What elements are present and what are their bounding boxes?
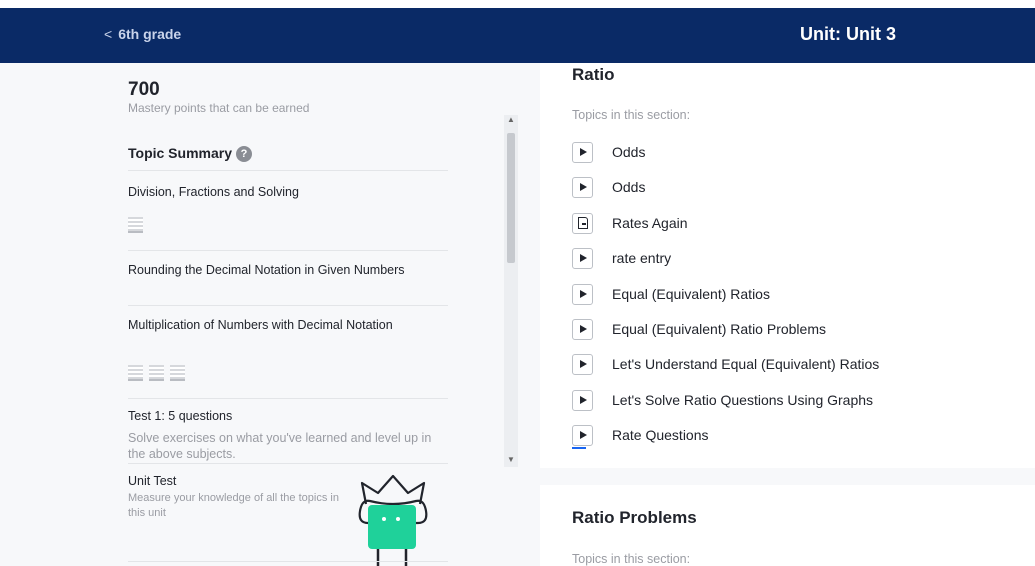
topic-summary-label: Topic Summary xyxy=(128,145,232,161)
summary-scrollbar[interactable]: ▲ ▼ xyxy=(504,115,518,467)
skill-square[interactable] xyxy=(128,217,143,233)
unit-test-desc: Measure your knowledge of all the topics… xyxy=(128,492,339,519)
topic-item-odds[interactable]: Odds xyxy=(572,141,645,163)
play-icon xyxy=(572,176,593,198)
topic-item-label: Rate Questions xyxy=(612,427,709,443)
summary-topic-1[interactable]: Division, Fractions and Solving xyxy=(128,184,458,200)
divider xyxy=(128,398,448,399)
divider xyxy=(128,561,448,562)
topic-item-label: Equal (Equivalent) Ratios xyxy=(612,286,770,302)
unit-title: Unit: Unit 3 xyxy=(800,24,896,44)
summary-topic-2[interactable]: Rounding the Decimal Notation in Given N… xyxy=(128,262,458,278)
section-title: Ratio xyxy=(572,65,615,84)
topic-item-label: Equal (Equivalent) Ratio Problems xyxy=(612,321,826,337)
test-title[interactable]: Test 1: 5 questions xyxy=(128,409,232,423)
divider xyxy=(128,170,448,171)
topic-item-label: Let's Understand Equal (Equivalent) Rati… xyxy=(612,356,880,372)
article-icon xyxy=(572,212,593,234)
skill-square[interactable] xyxy=(128,365,143,381)
topic-item-rates-again[interactable]: Rates Again xyxy=(572,212,688,234)
scroll-up-arrow-icon[interactable]: ▲ xyxy=(504,115,518,127)
topic-item-label: Let's Solve Ratio Questions Using Graphs xyxy=(612,392,874,408)
topic-item-ratio-graphs[interactable]: Let's Solve Ratio Questions Using Graphs xyxy=(572,389,873,411)
section-subtitle: Topics in this section: xyxy=(572,552,691,566)
scroll-down-arrow-icon[interactable]: ▼ xyxy=(504,455,518,467)
play-icon xyxy=(572,318,593,340)
divider xyxy=(128,463,448,464)
back-link-label: 6th grade xyxy=(118,26,182,42)
play-icon xyxy=(572,353,593,375)
progress-indicator xyxy=(572,446,586,449)
unit-test-title[interactable]: Unit Test xyxy=(128,474,176,488)
play-icon xyxy=(572,283,593,305)
topic-item-label: Rates Again xyxy=(612,215,688,231)
topic-item-rate-entry[interactable]: rate entry xyxy=(572,247,671,269)
left-panel: 700 Mastery points that can be earned To… xyxy=(0,63,530,566)
play-icon xyxy=(572,424,593,449)
topic-item-label: Odds xyxy=(612,144,646,160)
back-link[interactable]: <6th grade xyxy=(104,26,181,42)
right-panel: Ratio Topics in this section: Odds Odds … xyxy=(530,63,1035,566)
unit-summary-card: 700 Mastery points that can be earned To… xyxy=(110,63,518,566)
skill-square[interactable] xyxy=(170,365,185,381)
chevron-left-icon: < xyxy=(104,26,113,42)
topic-item-equal-ratio-problems[interactable]: Equal (Equivalent) Ratio Problems xyxy=(572,318,826,340)
play-icon xyxy=(572,389,593,411)
play-icon xyxy=(572,247,593,269)
topic-item-rate-questions[interactable]: Rate Questions xyxy=(572,424,709,449)
mastery-points-value: 700 xyxy=(128,79,160,100)
section-title: Ratio Problems xyxy=(572,508,697,527)
mastery-points-desc: Mastery points that can be earned xyxy=(128,101,310,115)
mascot-crown-icon xyxy=(358,474,428,566)
help-icon[interactable]: ? xyxy=(236,146,252,162)
top-header-bar: <6th grade Unit: Unit 3 xyxy=(0,8,1035,63)
play-icon xyxy=(572,141,593,163)
topic-item-understand-ratios[interactable]: Let's Understand Equal (Equivalent) Rati… xyxy=(572,353,879,375)
skill-progress-1 xyxy=(128,217,143,233)
topic-item-label: Odds xyxy=(612,179,646,195)
topic-item-equal-ratios[interactable]: Equal (Equivalent) Ratios xyxy=(572,283,770,305)
summary-topic-3[interactable]: Multiplication of Numbers with Decimal N… xyxy=(128,317,458,333)
section-card-ratio: Ratio Topics in this section: Odds Odds … xyxy=(540,63,1035,468)
topic-item-odds-2[interactable]: Odds xyxy=(572,176,645,198)
skill-square[interactable] xyxy=(149,365,164,381)
divider xyxy=(128,250,448,251)
divider xyxy=(128,305,448,306)
scroll-thumb[interactable] xyxy=(507,133,515,263)
test-desc: Solve exercises on what you've learned a… xyxy=(128,431,432,461)
topic-summary-heading: Topic Summary? xyxy=(128,145,252,162)
section-card-ratio-problems: Ratio Problems Topics in this section: xyxy=(540,485,1035,566)
section-subtitle: Topics in this section: xyxy=(572,108,691,122)
skill-progress-3 xyxy=(128,365,185,381)
topic-item-label: rate entry xyxy=(612,250,672,266)
